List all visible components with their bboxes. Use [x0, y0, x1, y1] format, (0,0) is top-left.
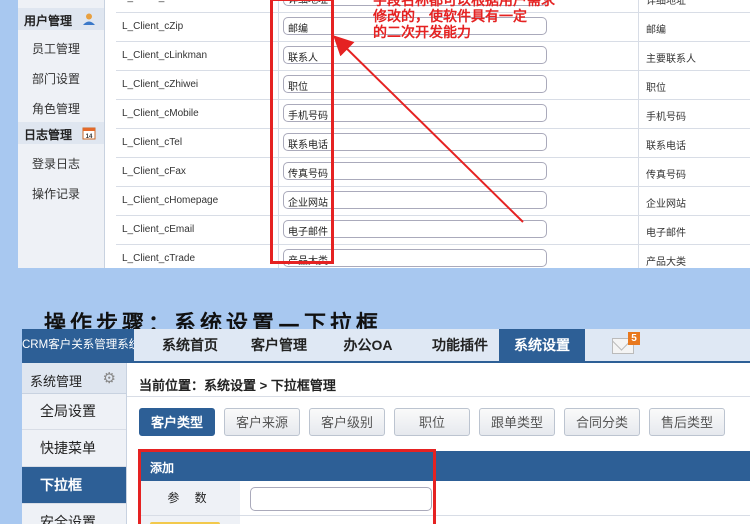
annotation-text: 字段名称都可以根据用户需求 修改的，使软件具有一定 的二次开发能力 — [373, 0, 555, 40]
system-sidebar: 系统管理 ⚙ 全局设置 快捷菜单 下拉框 安全设置 — [22, 363, 127, 524]
tab-aftersales-type[interactable]: 售后类型 — [649, 408, 725, 436]
tab-contract-category[interactable]: 合同分类 — [564, 408, 640, 436]
top-screenshot: 用户管理 员工管理 部门设置 角色管理 日志管理 14 登录日志 操作记录 L_… — [18, 0, 750, 268]
annotation-line: 修改的，使软件具有一定 — [373, 8, 527, 24]
highlight-box — [138, 449, 436, 524]
bottom-screenshot: CRM客户关系管理系统 系统首页 客户管理 办公OA 功能插件 系统设置 5 系… — [22, 329, 750, 524]
tab-customer-level[interactable]: 客户级别 — [309, 408, 385, 436]
nav-office-oa[interactable]: 办公OA — [322, 329, 414, 361]
nav-customers[interactable]: 客户管理 — [236, 329, 322, 361]
annotation-arrow — [333, 35, 524, 223]
sidebar-item-dropdown[interactable]: 下拉框 — [22, 467, 126, 504]
tab-customer-type[interactable]: 客户类型 — [139, 408, 215, 436]
sidebar-header-label: 系统管理 — [30, 374, 83, 389]
sidebar-item-quick-menu[interactable]: 快捷菜单 — [22, 430, 126, 467]
sidebar-header: 系统管理 ⚙ — [22, 363, 126, 394]
breadcrumb: 当前位置：系统设置 > 下拉框管理 — [139, 378, 336, 393]
highlight-box — [270, 0, 334, 264]
tab-customer-source[interactable]: 客户来源 — [224, 408, 300, 436]
brand-title: CRM客户关系管理系统 — [22, 329, 134, 361]
nav-home[interactable]: 系统首页 — [144, 329, 236, 361]
annotation-line: 的二次开发能力 — [373, 24, 471, 40]
sidebar-item-security[interactable]: 安全设置 — [22, 504, 126, 524]
annotation-line: 字段名称都可以根据用户需求 — [373, 0, 555, 8]
divider — [127, 396, 750, 397]
top-nav-bar: CRM客户关系管理系统 系统首页 客户管理 办公OA 功能插件 系统设置 5 — [22, 329, 750, 363]
gear-icon: ⚙ — [102, 370, 116, 387]
sidebar-item-global-settings[interactable]: 全局设置 — [22, 393, 126, 430]
nav-system-settings[interactable]: 系统设置 — [499, 329, 585, 361]
tab-followup-type[interactable]: 跟单类型 — [479, 408, 555, 436]
tab-position[interactable]: 职位 — [394, 408, 470, 436]
nav-plugins[interactable]: 功能插件 — [414, 329, 506, 361]
mail-count-badge: 5 — [628, 332, 640, 345]
